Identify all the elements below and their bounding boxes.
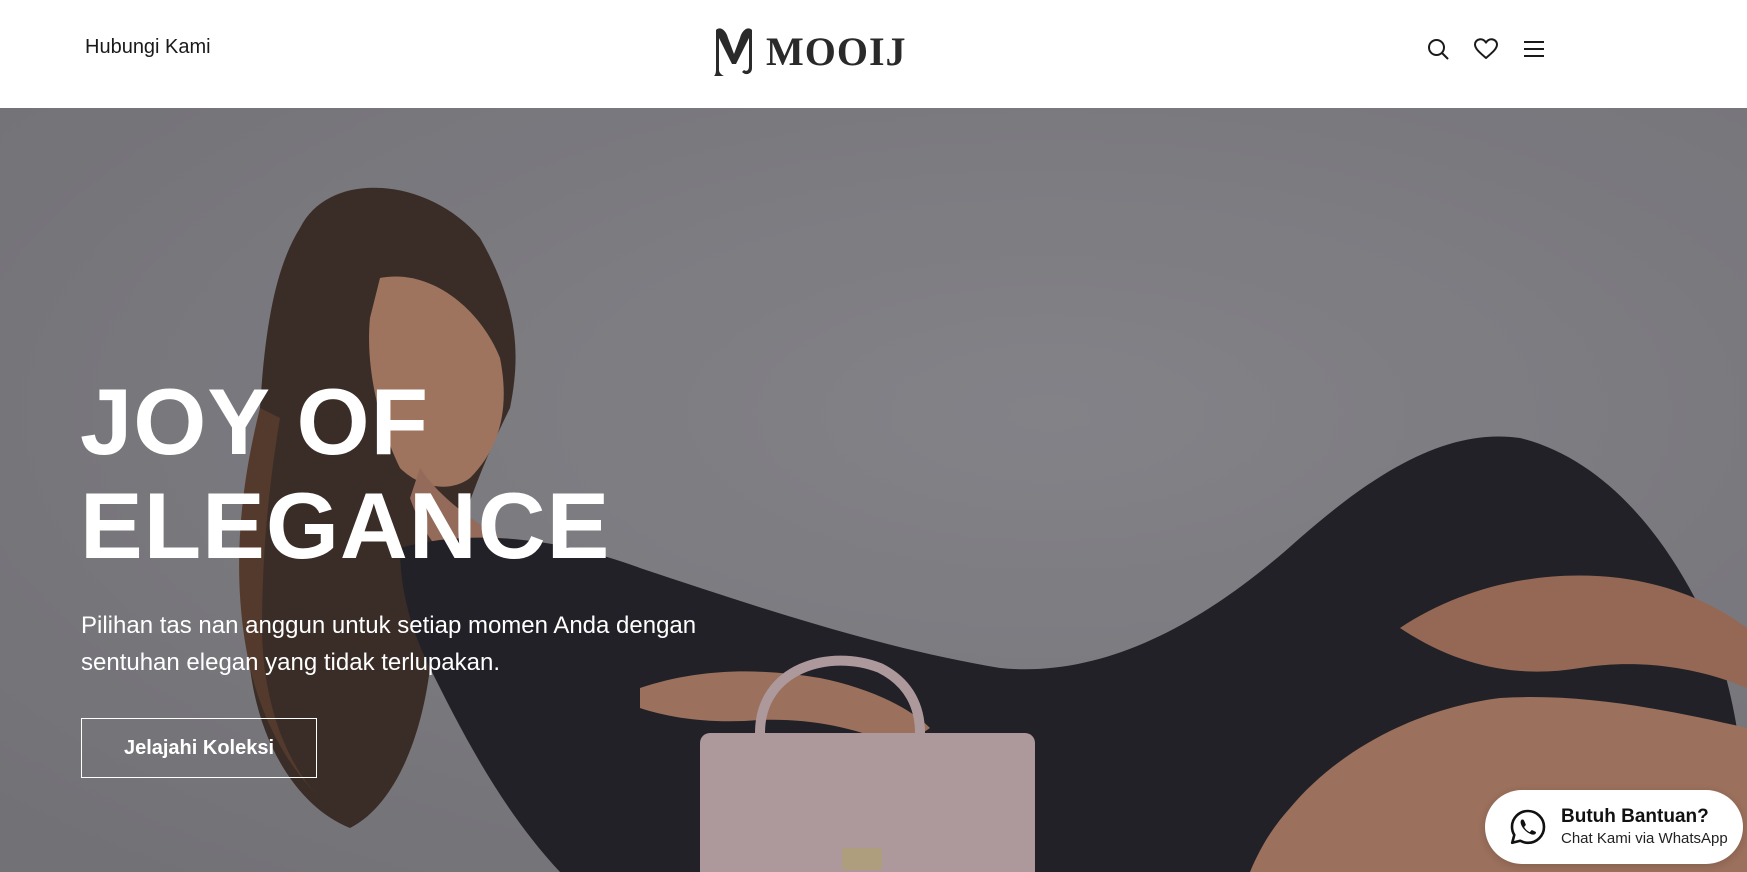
hero-subtitle: Pilihan tas nan anggun untuk setiap mome… xyxy=(81,612,697,676)
header-actions xyxy=(1425,36,1547,62)
menu-icon[interactable] xyxy=(1521,36,1547,62)
hero-title-line-1: JOY OF xyxy=(80,369,430,474)
whatsapp-title: Butuh Bantuan? xyxy=(1561,806,1709,827)
contact-link[interactable]: Hubungi Kami xyxy=(85,36,211,59)
whatsapp-icon xyxy=(1510,809,1546,845)
brand-logo[interactable]: MOOIJ xyxy=(710,24,907,78)
hero-title: JOY OF ELEGANCE xyxy=(80,370,610,578)
logo-mark-icon xyxy=(714,28,752,77)
site-header: Hubungi Kami MOOIJ xyxy=(0,0,1747,108)
hero-banner: JOY OF ELEGANCE Pilihan tas nan anggun u… xyxy=(0,108,1747,872)
logo-text: MOOIJ xyxy=(766,28,907,74)
whatsapp-subtitle: Chat Kami via WhatsApp xyxy=(1561,830,1728,847)
heart-icon[interactable] xyxy=(1473,36,1499,62)
explore-collection-button[interactable]: Jelajahi Koleksi xyxy=(81,718,317,778)
whatsapp-text: Butuh Bantuan? Chat Kami via WhatsApp xyxy=(1561,805,1728,849)
search-icon[interactable] xyxy=(1425,36,1451,62)
hero-title-line-2: ELEGANCE xyxy=(80,473,611,578)
whatsapp-help-widget[interactable]: Butuh Bantuan? Chat Kami via WhatsApp xyxy=(1485,790,1743,864)
